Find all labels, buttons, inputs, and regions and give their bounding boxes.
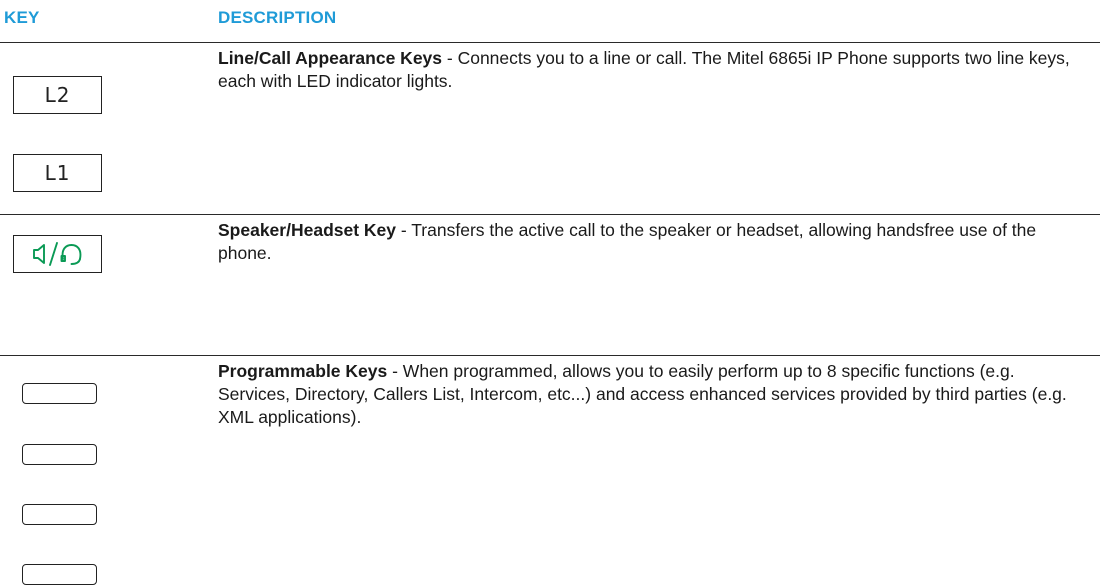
key-description-table: KEY DESCRIPTION L2 L1 Line/Call Appearan…: [0, 0, 1100, 585]
programmable-key-icon: [22, 444, 97, 465]
line-key-l2-icon: L2: [13, 76, 102, 114]
line-key-l1-icon: L1: [13, 154, 102, 192]
row-description: Line/Call Appearance Keys - Connects you…: [218, 47, 1088, 93]
row-title: Programmable Keys: [218, 361, 388, 381]
row-description: Programmable Keys - When programmed, all…: [218, 360, 1088, 429]
row-description: Speaker/Headset Key - Transfers the acti…: [218, 219, 1088, 265]
row-title: Line/Call Appearance Keys: [218, 48, 443, 68]
table-row-speaker-key: Speaker/Headset Key - Transfers the acti…: [0, 215, 1100, 355]
programmable-key-icon: [22, 383, 97, 404]
column-header-key: KEY: [4, 8, 40, 27]
speaker-headset-key-icon: [13, 235, 102, 273]
table-row-programmable-keys: Programmable Keys - When programmed, all…: [0, 356, 1100, 585]
column-header-description: DESCRIPTION: [218, 8, 337, 27]
table-row-line-keys: L2 L1 Line/Call Appearance Keys - Connec…: [0, 43, 1100, 214]
table-header: KEY DESCRIPTION: [0, 0, 1100, 42]
programmable-key-icon: [22, 504, 97, 525]
programmable-key-icon: [22, 564, 97, 585]
row-title: Speaker/Headset Key: [218, 220, 397, 240]
speaker-headset-icon: [32, 242, 81, 266]
